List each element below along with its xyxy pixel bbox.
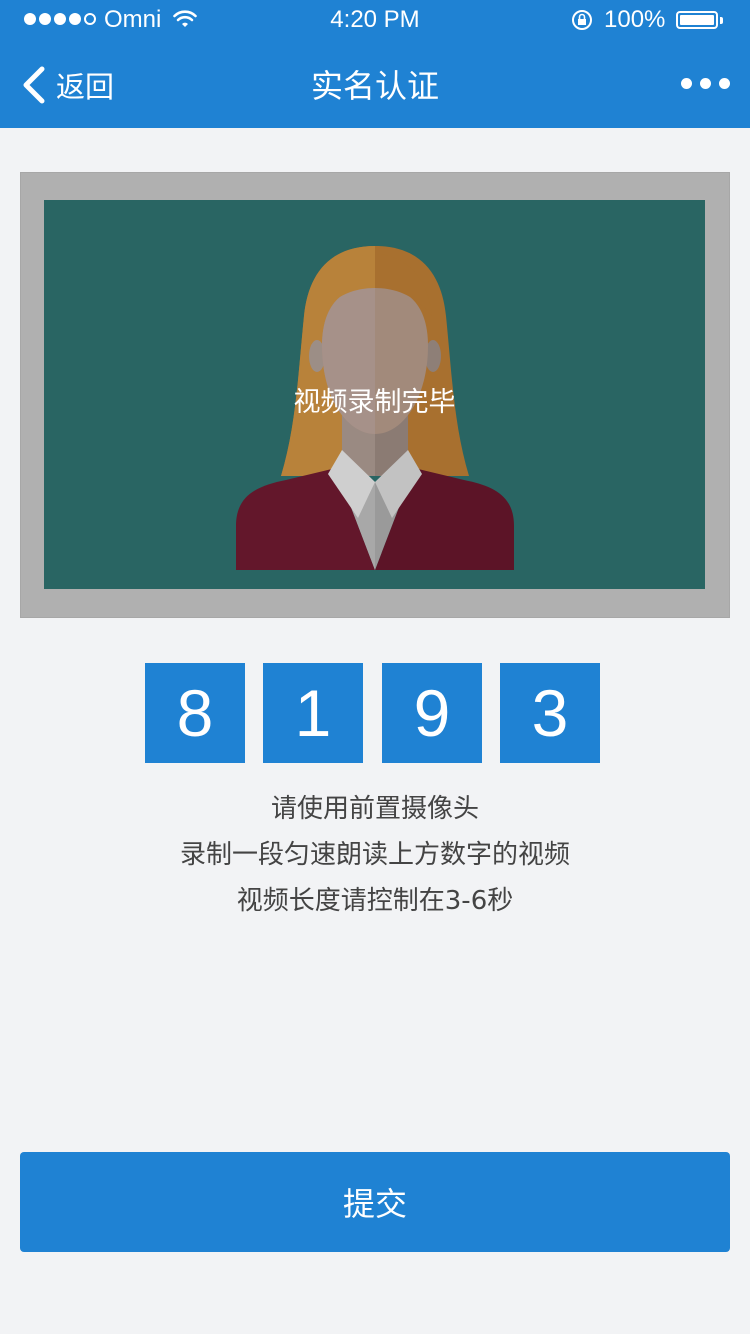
instruction-line: 录制一段匀速朗读上方数字的视频: [179, 840, 570, 870]
battery-tip: [720, 17, 723, 24]
top-bar: Omni 4:20 PM 100% 返回 实名认证: [0, 0, 750, 128]
status-bar: Omni 4:20 PM 100%: [0, 0, 750, 40]
battery-icon: [676, 11, 718, 29]
instruction-line: 请使用前置摄像头: [270, 794, 479, 824]
video-status-text: 视频录制完毕: [293, 387, 456, 418]
video-preview[interactable]: 视频录制完毕: [44, 200, 705, 589]
submit-button[interactable]: 提交: [20, 1152, 730, 1252]
rotation-lock-icon: [572, 10, 592, 30]
page-title: 实名认证: [310, 68, 439, 104]
battery-percent: 100%: [604, 6, 666, 33]
navigation-bar: 返回 实名认证: [0, 44, 750, 128]
instructions: 请使用前置摄像头 录制一段匀速朗读上方数字的视频 视频长度请控制在3-6秒: [0, 786, 750, 924]
digit-box: 8: [145, 663, 245, 763]
digit-box: 3: [500, 663, 600, 763]
video-preview-frame: 视频录制完毕: [20, 172, 730, 618]
verification-digits: 8 1 9 3: [145, 663, 600, 763]
instruction-line: 视频长度请控制在3-6秒: [236, 886, 514, 916]
more-icon[interactable]: [681, 78, 730, 89]
digit-box: 9: [382, 663, 482, 763]
digit-box: 1: [263, 663, 363, 763]
